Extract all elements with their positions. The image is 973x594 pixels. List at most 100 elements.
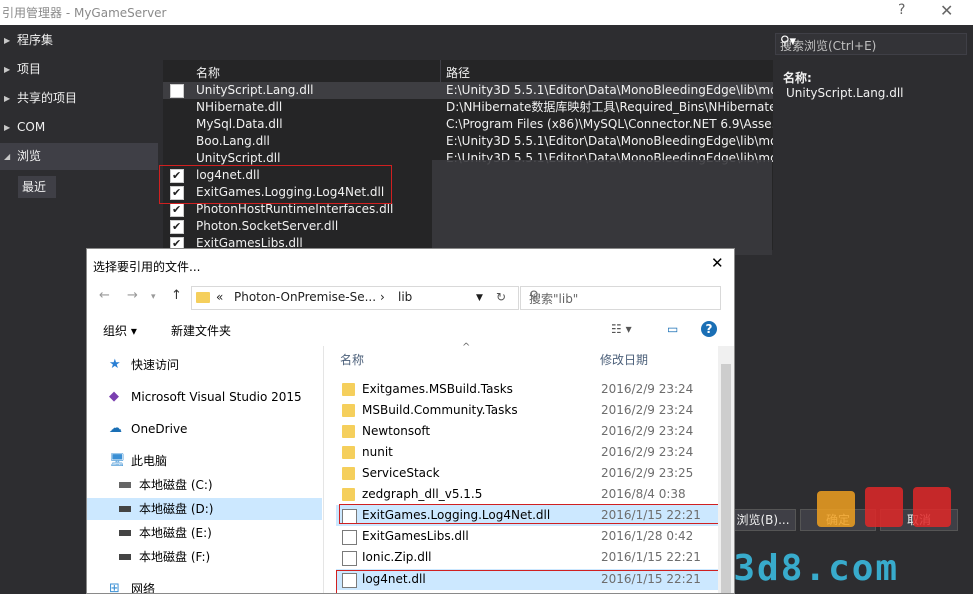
close-button[interactable]: ✕ (940, 1, 953, 20)
reference-name: NHibernate.dll (196, 100, 283, 114)
cloud-icon: ☁ (109, 421, 122, 436)
chevron-down-icon[interactable]: ▼ (476, 293, 483, 303)
reference-name: Boo.Lang.dll (196, 134, 270, 148)
reference-name: Photon.SocketServer.dll (196, 219, 339, 233)
organize-button[interactable]: 组织 ▾ (103, 322, 137, 339)
dll-file-icon (342, 551, 357, 566)
tree-item-drive-c[interactable]: 本地磁盘 (C:) (87, 474, 322, 496)
help-icon[interactable]: ? (701, 321, 717, 337)
folder-icon (342, 467, 355, 480)
tree-item-drive-f[interactable]: 本地磁盘 (F:) (87, 546, 322, 568)
file-row[interactable]: ServiceStack 2016/2/9 23:25 (336, 463, 726, 484)
file-row[interactable]: zedgraph_dll_v5.1.5 2016/8/4 0:38 (336, 484, 726, 505)
search-icon: ⚲ (529, 289, 539, 304)
tree-item-visual-studio[interactable]: ◆ Microsoft Visual Studio 2015 (87, 386, 322, 408)
tree-item-this-pc[interactable]: 🖥 此电脑 (87, 450, 322, 472)
file-row[interactable]: ExitGamesLibs.dll 2016/1/28 0:42 (336, 526, 726, 547)
folder-icon (342, 404, 355, 417)
expand-arrow-icon: ▶ (4, 36, 11, 45)
address-segment[interactable]: Photon-OnPremise-Se... (234, 290, 376, 304)
recent-dropdown-icon[interactable]: ▾ (151, 292, 156, 302)
file-list-scrollbar[interactable] (718, 346, 734, 593)
dialog-close-button[interactable]: ✕ (711, 254, 724, 272)
folder-icon (196, 292, 210, 303)
pane-divider[interactable] (323, 346, 324, 593)
file-list-header: 名称 ^ 修改日期 (324, 342, 734, 370)
site-logo-icon (817, 487, 951, 527)
file-row[interactable]: MSBuild.Community.Tasks 2016/2/9 23:24 (336, 400, 726, 421)
scrollbar-thumb[interactable] (721, 364, 731, 593)
network-icon: ⊞ (109, 581, 120, 594)
address-bar[interactable]: « Photon-OnPremise-Se... › lib ▼ ↻ (191, 286, 519, 310)
address-prefix: « (216, 290, 224, 304)
tree-item-onedrive[interactable]: ☁ OneDrive (87, 418, 322, 440)
column-header-name[interactable]: 名称 (340, 351, 364, 368)
window-title: 引用管理器 - MyGameServer (2, 6, 167, 20)
search-icon[interactable]: ⚲▾ (780, 34, 958, 49)
dialog-search-input[interactable]: 搜索"lib" ⚲ (520, 286, 721, 310)
nav-item-label: 浏览 (17, 149, 42, 163)
help-button[interactable]: ? (898, 2, 905, 18)
nav-item-label: 项目 (17, 62, 42, 76)
address-segment[interactable]: lib (398, 290, 412, 304)
view-options-icon[interactable]: ☷ ▾ (611, 322, 632, 336)
nav-item-browse[interactable]: ◢ 浏览 (0, 143, 158, 170)
sort-up-icon: ^ (462, 342, 471, 353)
column-header-date[interactable]: 修改日期 (600, 351, 648, 368)
dialog-title: 选择要引用的文件... (93, 260, 201, 274)
table-row[interactable]: Boo.Lang.dll E:\Unity3D 5.5.1\Editor\Dat… (163, 133, 773, 150)
file-row[interactable]: Exitgames.MSBuild.Tasks 2016/2/9 23:24 (336, 379, 726, 400)
browse-button[interactable]: 浏览(B)... (730, 509, 796, 531)
dll-file-icon (342, 530, 357, 545)
refresh-icon[interactable]: ↻ (496, 290, 506, 304)
nav-item-recent[interactable]: 最近 (18, 176, 56, 198)
file-row[interactable]: Ionic.Zip.dll 2016/1/15 22:21 (336, 547, 726, 568)
expand-arrow-icon: ▶ (4, 94, 11, 103)
nav-item-label: 共享的项目 (17, 91, 78, 105)
back-arrow-icon[interactable]: ← (99, 288, 110, 303)
nav-item-projects[interactable]: ▶ 项目 (0, 56, 158, 83)
column-header-path[interactable]: 路径 (446, 64, 470, 81)
preview-pane-icon[interactable]: ▭ (667, 322, 678, 336)
table-row[interactable]: MySql.Data.dll C:\Program Files (x86)\My… (163, 116, 773, 133)
info-name-label: 名称: (783, 71, 812, 85)
address-row: ← → ▾ ↑ « Photon-OnPremise-Se... › lib ▼… (87, 280, 734, 314)
tree-item-quick-access[interactable]: ★ 快速访问 (87, 354, 322, 376)
window-titlebar: 引用管理器 - MyGameServer ? ✕ (0, 0, 973, 25)
column-separator[interactable] (440, 60, 441, 82)
column-header-name[interactable]: 名称 (196, 64, 220, 81)
reference-path: D:\NHibernate数据库映射工具\Required_Bins\NHibe… (446, 100, 773, 114)
new-folder-button[interactable]: 新建文件夹 (171, 322, 231, 339)
nav-item-shared-projects[interactable]: ▶ 共享的项目 (0, 85, 158, 112)
file-row[interactable]: nunit 2016/2/9 23:24 (336, 442, 726, 463)
table-row[interactable]: NHibernate.dll D:\NHibernate数据库映射工具\Requ… (163, 99, 773, 116)
reference-name: MySql.Data.dll (196, 117, 283, 131)
nav-item-label: COM (17, 120, 46, 134)
table-row[interactable]: UnityScript.Lang.dll E:\Unity3D 5.5.1\Ed… (163, 82, 773, 99)
highlight-box (159, 165, 392, 204)
tree-item-drive-e[interactable]: 本地磁盘 (E:) (87, 522, 322, 544)
folder-icon (342, 383, 355, 396)
grid-header: 名称 路径 (163, 60, 773, 83)
forward-arrow-icon[interactable]: → (127, 288, 138, 303)
nav-item-assemblies[interactable]: ▶ 程序集 (0, 27, 158, 54)
folder-icon (342, 446, 355, 459)
drive-icon (119, 530, 131, 536)
collapse-arrow-icon: ◢ (4, 152, 11, 161)
up-arrow-icon[interactable]: ↑ (171, 288, 182, 303)
reference-path: C:\Program Files (x86)\MySQL\Connector.N… (446, 117, 773, 131)
file-row[interactable]: Newtonsoft 2016/2/9 23:24 (336, 421, 726, 442)
nav-item-com[interactable]: ▶ COM (0, 114, 158, 141)
info-name-value: UnityScript.Lang.dll (786, 86, 904, 100)
reference-checkbox[interactable] (170, 84, 184, 98)
reference-checkbox[interactable] (170, 201, 184, 218)
nav-item-label: 程序集 (17, 33, 54, 47)
folder-icon (342, 425, 355, 438)
reference-checkbox[interactable] (170, 218, 184, 235)
reference-name: UnityScript.Lang.dll (196, 83, 314, 97)
search-input[interactable]: 搜索浏览(Ctrl+E) ⚲▾ (775, 33, 967, 55)
file-open-dialog: 选择要引用的文件... ✕ ← → ▾ ↑ « Photon-OnPremise… (86, 248, 735, 594)
tree-item-drive-d[interactable]: 本地磁盘 (D:) (87, 498, 322, 520)
computer-icon: 🖥 (109, 453, 126, 468)
highlight-box (339, 504, 726, 524)
